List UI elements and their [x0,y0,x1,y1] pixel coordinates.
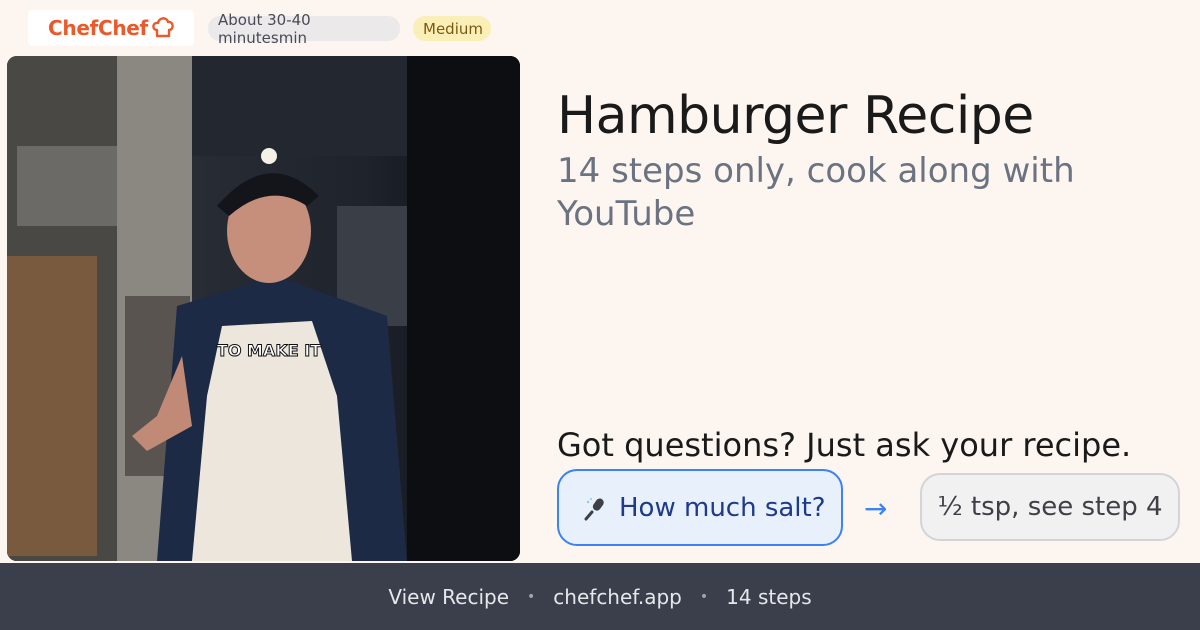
sample-answer-chip: ½ tsp, see step 4 [920,473,1180,541]
step-count: 14 steps [726,584,812,609]
recipe-subtitle: 14 steps only, cook along with YouTube [557,151,1075,234]
qa-prompt: Got questions? Just ask your recipe. [557,426,1132,464]
site-link[interactable]: chefchef.app [553,585,682,609]
chef-photo: TO MAKE IT [7,56,520,561]
recipe-video-thumbnail[interactable]: TO MAKE IT [7,56,520,561]
sample-question-text: How much salt? [619,492,826,523]
brand-logo[interactable]: ChefChef [28,10,194,46]
overlay-caption: TO MAKE IT [217,341,321,360]
difficulty-badge: Medium [413,16,491,41]
arrow-right-icon: → [864,492,888,525]
footer-separator: • [527,588,536,605]
sample-answer-text: ½ tsp, see step 4 [937,492,1163,522]
brand-name: ChefChef [48,16,148,40]
chef-hat-icon [152,17,174,38]
view-recipe-link[interactable]: View Recipe [388,585,509,609]
microphone-icon [584,497,604,520]
footer-separator: • [699,588,709,605]
footer-bar: View Recipe • chefchef.app • 14 steps [0,563,1200,630]
sample-question-chip[interactable]: How much salt? [557,469,843,546]
time-badge: About 30-40 minutesmin [208,11,400,47]
recipe-title: Hamburger Recipe [557,86,1034,146]
